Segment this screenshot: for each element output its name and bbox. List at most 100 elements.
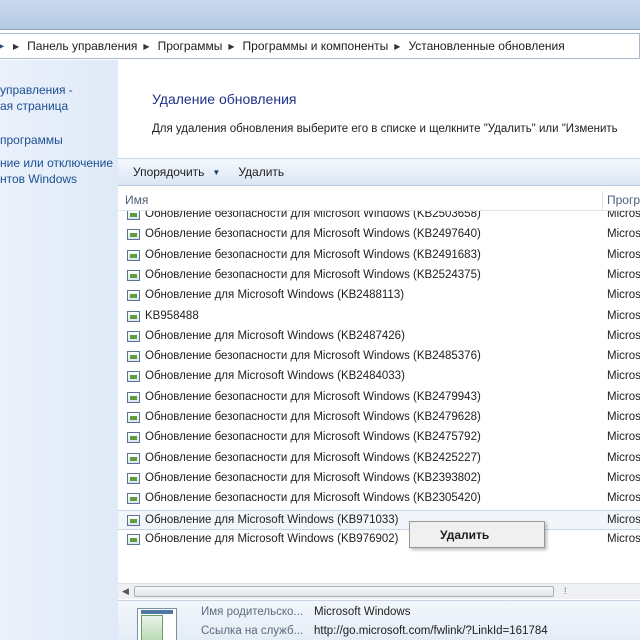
- horizontal-scrollbar[interactable]: ◀ ⁞: [118, 583, 640, 599]
- list-header: Имя Прогр: [118, 191, 640, 211]
- table-row[interactable]: Обновление безопасности для Microsoft Wi…: [118, 428, 640, 448]
- organize-label: Упорядочить: [133, 165, 205, 179]
- table-row[interactable]: Обновление безопасности для Microsoft Wi…: [118, 408, 640, 428]
- row-program: Micros: [607, 451, 640, 464]
- table-row[interactable]: Обновление безопасности для Microsoft Wi…: [118, 225, 640, 245]
- update-icon: [127, 432, 140, 444]
- row-program: Micros: [607, 350, 640, 363]
- uninstall-button[interactable]: Удалить: [238, 158, 284, 186]
- table-row[interactable]: Обновление для Microsoft Windows (KB9710…: [118, 509, 640, 530]
- table-row[interactable]: Обновление для Microsoft Windows (KB2487…: [118, 327, 640, 347]
- row-name: Обновление безопасности для Microsoft Wi…: [145, 451, 481, 464]
- update-icon: [127, 472, 140, 484]
- row-program: Micros: [607, 532, 640, 545]
- update-icon: [127, 533, 140, 545]
- detail-support-link[interactable]: http://go.microsoft.com/fwlink/?LinkId=1…: [314, 625, 548, 637]
- row-name: Обновление безопасности для Microsoft Wi…: [145, 350, 481, 363]
- breadcrumb-separator-icon[interactable]: ▶: [13, 42, 19, 51]
- update-package-icon: [137, 608, 177, 640]
- table-row[interactable]: Обновление для Microsoft Windows (KB9769…: [118, 530, 640, 550]
- row-program: Micros: [607, 471, 640, 484]
- detail-parent-label: Имя родительско...: [201, 606, 304, 618]
- breadcrumb-item[interactable]: ▶ Панель управления: [7, 39, 137, 53]
- column-header-program[interactable]: Прогр: [607, 193, 640, 207]
- table-row[interactable]: Обновление безопасности для Microsoft Wi…: [118, 211, 640, 225]
- table-row[interactable]: Обновление для Microsoft Windows (KB2484…: [118, 367, 640, 387]
- row-program: Micros: [607, 228, 640, 241]
- row-program: Micros: [607, 289, 640, 302]
- update-icon: [127, 391, 140, 403]
- row-name: Обновление безопасности для Microsoft Wi…: [145, 268, 481, 281]
- row-name: Обновление безопасности для Microsoft Wi…: [145, 248, 481, 261]
- address-bar[interactable]: ► ▶ Панель управления ▶ Программы ▶ Прог…: [0, 33, 640, 59]
- sidebar-link-uninstall-program[interactable]: программы: [0, 132, 63, 148]
- row-name: Обновление безопасности для Microsoft Wi…: [145, 390, 481, 403]
- update-icon: [127, 493, 140, 505]
- column-divider[interactable]: [602, 191, 603, 211]
- sidebar-link-windows-features-line2[interactable]: нтов Windows: [0, 171, 77, 187]
- breadcrumb-item[interactable]: ▶ Программы и компоненты: [222, 39, 388, 53]
- page-title: Удаление обновления: [152, 91, 297, 107]
- table-row[interactable]: Обновление безопасности для Microsoft Wi…: [118, 469, 640, 489]
- update-icon: [127, 211, 140, 220]
- sidebar-link-control-panel-home-line2[interactable]: ая страница: [0, 98, 68, 114]
- breadcrumb-item[interactable]: ▶ Программы: [137, 39, 222, 53]
- row-name: Обновление безопасности для Microsoft Wi…: [145, 471, 481, 484]
- table-row[interactable]: Обновление безопасности для Microsoft Wi…: [118, 449, 640, 469]
- detail-support-label: Ссылка на служб...: [201, 625, 304, 637]
- row-program: Micros: [607, 370, 640, 383]
- row-name: Обновление безопасности для Microsoft Wi…: [145, 211, 481, 220]
- breadcrumb-separator-icon[interactable]: ▶: [228, 42, 234, 51]
- table-row[interactable]: Обновление безопасности для Microsoft Wi…: [118, 246, 640, 266]
- breadcrumb-separator-icon[interactable]: ▶: [394, 42, 400, 51]
- row-name: Обновление безопасности для Microsoft Wi…: [145, 228, 481, 241]
- location-arrow-icon[interactable]: ►: [0, 33, 7, 59]
- scroll-left-icon[interactable]: ◀: [122, 586, 129, 597]
- breadcrumb-item[interactable]: ▶ Установленные обновления: [388, 39, 564, 53]
- organize-button[interactable]: Упорядочить ▼: [133, 158, 220, 186]
- context-menu: Удалить: [409, 521, 545, 548]
- table-row[interactable]: Обновление безопасности для Microsoft Wi…: [118, 266, 640, 286]
- breadcrumb-separator-icon[interactable]: ▶: [143, 42, 149, 51]
- task-sidebar: управления - ая страница программы ние и…: [0, 60, 118, 640]
- table-row[interactable]: Обновление безопасности для Microsoft Wi…: [118, 489, 640, 509]
- update-icon: [127, 310, 140, 322]
- update-icon: [127, 269, 140, 281]
- table-row[interactable]: KB958488 Micros: [118, 307, 640, 327]
- column-header-name[interactable]: Имя: [125, 193, 148, 207]
- updates-list: Обновление безопасности для Microsoft Wi…: [118, 211, 640, 583]
- page-description: Для удаления обновления выберите его в с…: [152, 123, 618, 135]
- row-name: Обновление для Microsoft Windows (KB9710…: [145, 513, 399, 526]
- update-icon: [127, 229, 140, 241]
- breadcrumb-label: Программы: [157, 39, 223, 53]
- row-program: Micros: [607, 329, 640, 342]
- row-program: Micros: [607, 411, 640, 423]
- row-name: Обновление безопасности для Microsoft Wi…: [145, 411, 481, 423]
- table-row[interactable]: Обновление для Microsoft Windows (KB2488…: [118, 286, 640, 306]
- details-pane: Имя родительско... Microsoft Windows Ссы…: [118, 600, 640, 640]
- breadcrumb-label: Программы и компоненты: [242, 39, 389, 53]
- command-bar: Упорядочить ▼ Удалить: [118, 158, 640, 186]
- update-icon: [127, 330, 140, 342]
- update-icon: [127, 412, 140, 423]
- scrollbar-grip-icon[interactable]: ⁞: [564, 586, 567, 596]
- row-name: Обновление для Microsoft Windows (KB2484…: [145, 370, 405, 383]
- row-name: Обновление безопасности для Microsoft Wi…: [145, 492, 481, 505]
- row-program: Micros: [607, 248, 640, 261]
- row-program: Micros: [607, 492, 640, 505]
- context-menu-uninstall[interactable]: Удалить: [440, 528, 489, 542]
- row-program: Micros: [607, 268, 640, 281]
- row-name: Обновление для Microsoft Windows (KB2488…: [145, 289, 405, 302]
- table-row[interactable]: Обновление безопасности для Microsoft Wi…: [118, 347, 640, 367]
- update-icon: [127, 514, 140, 526]
- main-content: Удаление обновления Для удаления обновле…: [118, 60, 640, 640]
- sidebar-link-windows-features[interactable]: ние или отключение: [0, 155, 113, 171]
- breadcrumb-label: Панель управления: [27, 39, 138, 53]
- update-icon: [127, 249, 140, 261]
- table-row[interactable]: Обновление безопасности для Microsoft Wi…: [118, 388, 640, 408]
- sidebar-link-control-panel-home[interactable]: управления -: [0, 82, 73, 98]
- scrollbar-thumb[interactable]: [134, 586, 554, 597]
- row-name: Обновление для Microsoft Windows (KB2487…: [145, 329, 405, 342]
- row-name: Обновление для Microsoft Windows (KB9769…: [145, 532, 399, 545]
- window-title-bar: [0, 0, 640, 30]
